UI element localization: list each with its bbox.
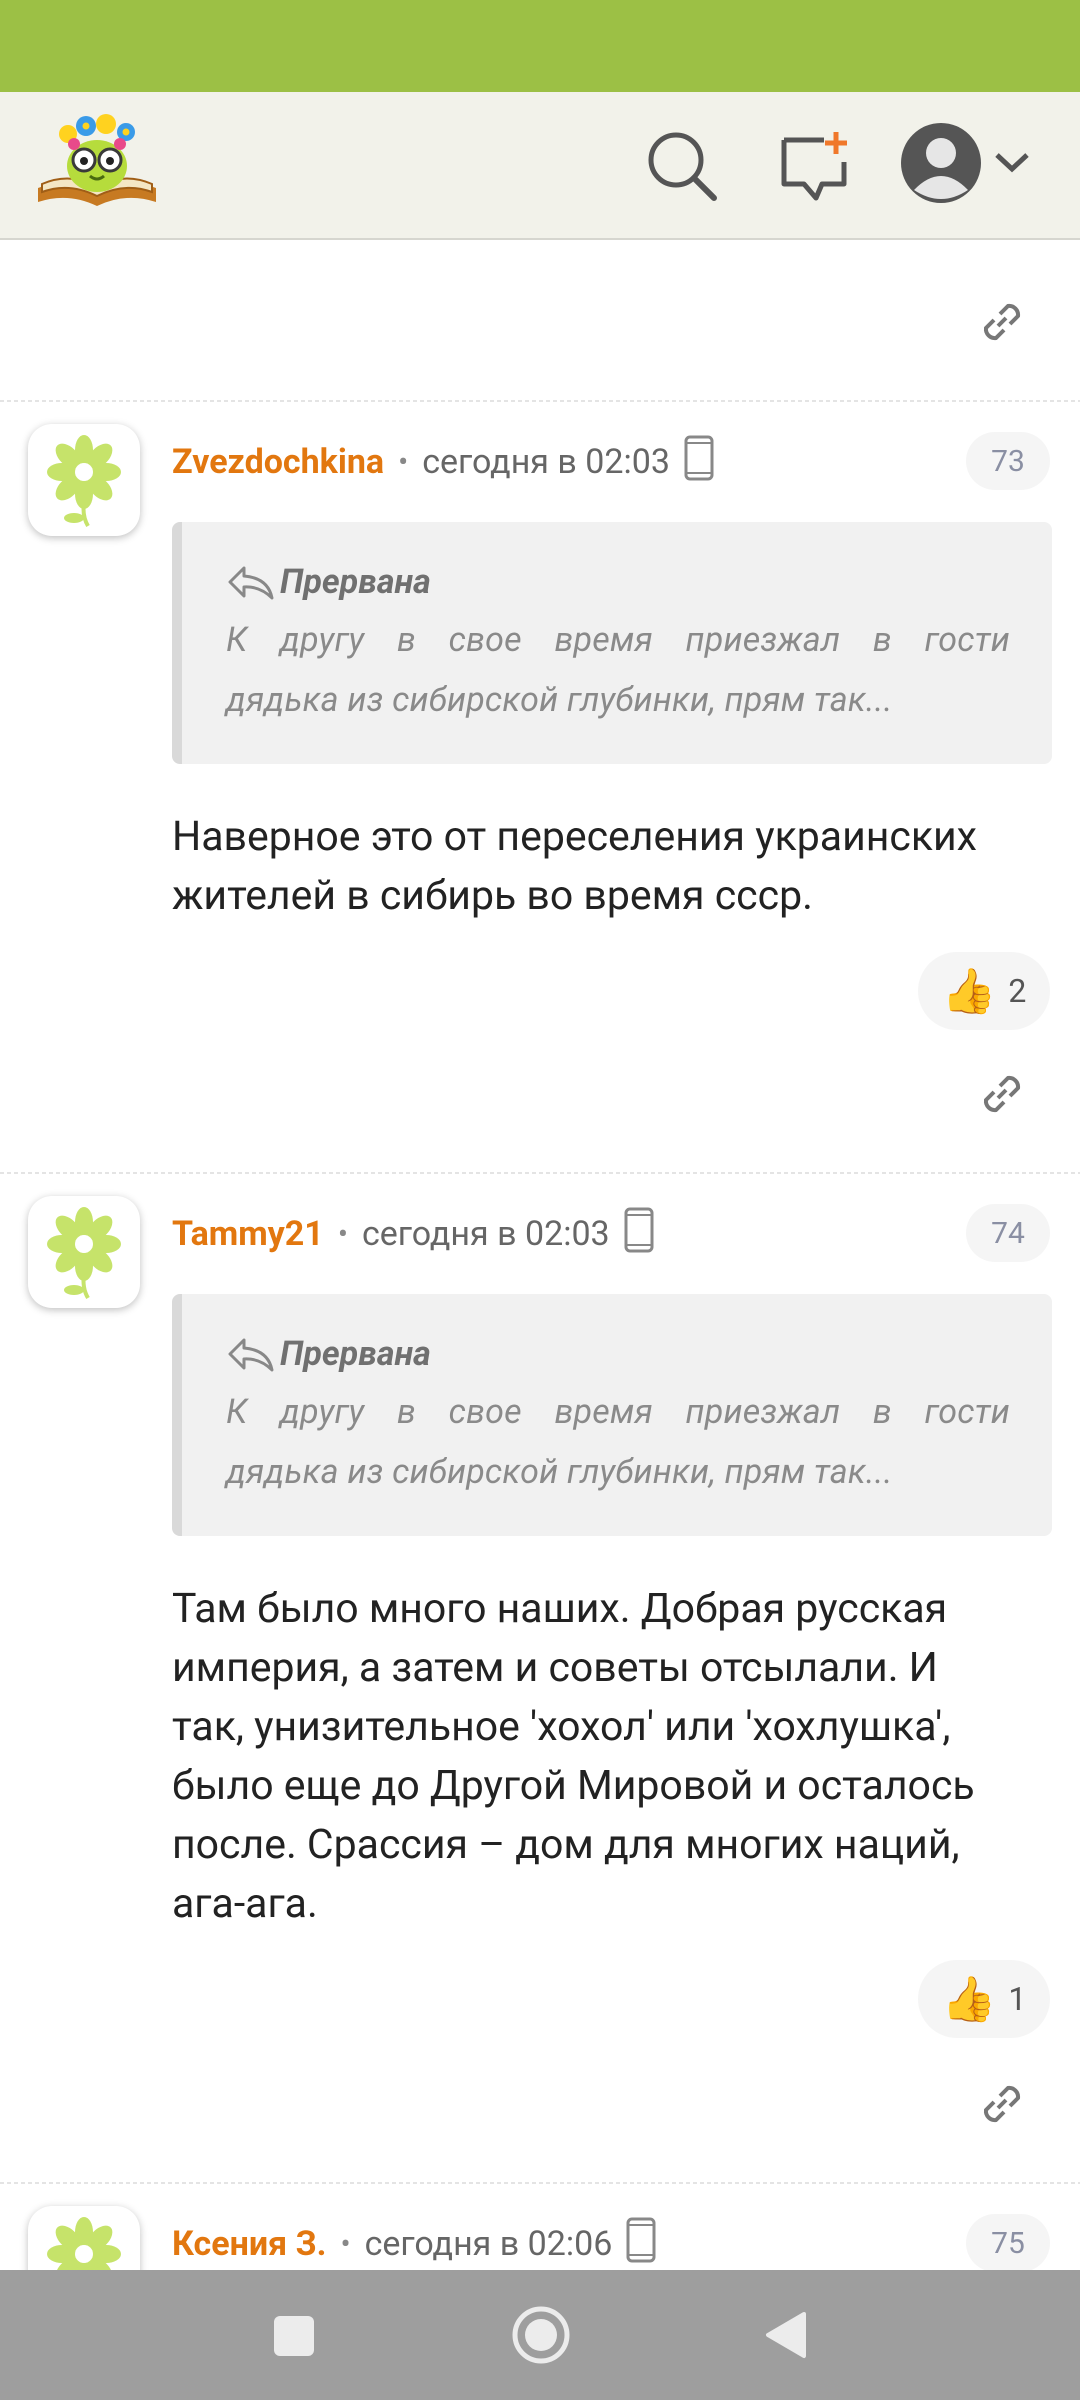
quote-text: К другу в свое время приезжал в гости дя… xyxy=(226,620,1010,720)
logo-icon[interactable] xyxy=(34,110,160,210)
separator: • xyxy=(398,444,409,480)
reply-icon xyxy=(228,1338,274,1372)
status-bar xyxy=(0,0,1080,92)
mobile-device-icon xyxy=(684,435,714,490)
system-nav-bar xyxy=(0,2270,1080,2400)
comment-text: Наверное это от переселения украинских ж… xyxy=(172,813,978,920)
chevron-down-icon[interactable] xyxy=(994,150,1030,180)
comment-time: сегодня в 02:03 xyxy=(361,1214,610,1254)
comment: Tammy21 • сегодня в 02:03 74 Прервана К … xyxy=(0,1174,1080,2074)
author-name[interactable]: Zvezdochkina xyxy=(172,442,384,482)
quote-block[interactable]: Прервана К другу в свое время приезжал в… xyxy=(172,1294,1052,1536)
author-name[interactable]: Tammy21 xyxy=(172,1214,324,1254)
comment: Ксения З. • сегодня в 02:06 75 xyxy=(0,2184,1080,2270)
link-icon[interactable] xyxy=(974,2076,1030,2132)
top-app-bar xyxy=(0,92,1080,240)
search-icon[interactable] xyxy=(644,128,720,208)
like-count: 1 xyxy=(1008,1980,1027,2018)
comments-feed[interactable]: Zvezdochkina • сегодня в 02:03 73 Прерва… xyxy=(0,240,1080,2270)
comment-time: сегодня в 02:03 xyxy=(422,442,670,482)
reply-icon xyxy=(228,566,274,600)
comment-number-badge[interactable]: 74 xyxy=(966,1204,1050,1262)
comment: Zvezdochkina • сегодня в 02:03 73 Прерва… xyxy=(0,402,1080,1030)
quote-author: Прервана xyxy=(280,1334,431,1374)
like-button[interactable]: 👍 1 xyxy=(918,1960,1050,2038)
home-icon[interactable] xyxy=(510,2304,572,2370)
profile-icon[interactable] xyxy=(898,120,984,210)
mobile-device-icon xyxy=(624,1207,654,1262)
quote-block[interactable]: Прервана К другу в свое время приезжал в… xyxy=(172,522,1052,764)
recent-apps-icon[interactable] xyxy=(272,2314,316,2362)
like-count: 2 xyxy=(1008,972,1027,1010)
quote-text: К другу в свое время приезжал в гости дя… xyxy=(226,1392,1010,1492)
separator: • xyxy=(340,2226,351,2262)
comment-number-badge[interactable]: 73 xyxy=(966,432,1050,490)
author-name[interactable]: Ксения З. xyxy=(172,2224,326,2264)
new-post-icon[interactable] xyxy=(778,128,854,208)
comment-meta: Tammy21 • сегодня в 02:03 xyxy=(172,1207,654,1258)
like-button[interactable]: 👍 2 xyxy=(918,952,1050,1030)
comment-number-badge[interactable]: 75 xyxy=(966,2214,1050,2270)
avatar[interactable] xyxy=(28,2206,140,2270)
comment-time: сегодня в 02:06 xyxy=(364,2224,613,2264)
quote-author: Прервана xyxy=(280,562,431,602)
link-icon[interactable] xyxy=(974,294,1030,350)
link-icon[interactable] xyxy=(974,1066,1030,1122)
comment-meta: Ксения З. • сегодня в 02:06 xyxy=(172,2217,656,2271)
mobile-device-icon xyxy=(626,2217,656,2271)
thumbs-up-icon: 👍 xyxy=(941,965,997,1017)
back-icon[interactable] xyxy=(762,2310,808,2364)
comment-meta: Zvezdochkina • сегодня в 02:03 xyxy=(172,435,714,486)
separator: • xyxy=(337,1216,348,1252)
comment-text: Там было много наших. Добрая русская имп… xyxy=(172,1585,975,1928)
avatar[interactable] xyxy=(28,424,140,536)
thumbs-up-icon: 👍 xyxy=(941,1973,997,2025)
avatar[interactable] xyxy=(28,1196,140,1308)
